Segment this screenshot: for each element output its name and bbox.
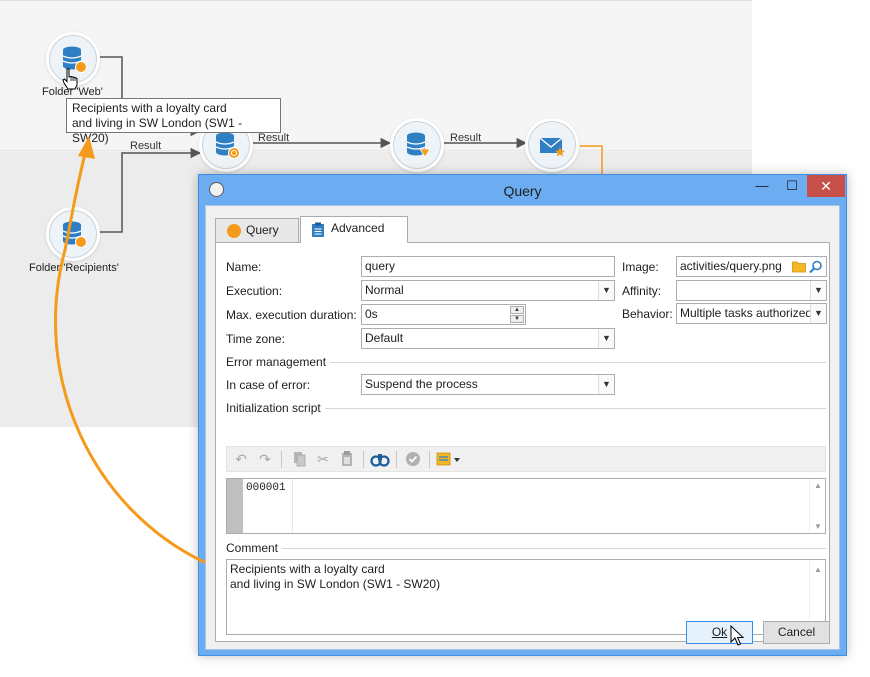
execution-select[interactable]: Normal ▼ bbox=[361, 280, 615, 301]
image-input[interactable]: activities/query.png bbox=[676, 256, 827, 277]
node-enrichment[interactable] bbox=[393, 121, 441, 169]
timezone-select[interactable]: Default ▼ bbox=[361, 328, 615, 349]
comment-line-1: Recipients with a loyalty card bbox=[230, 562, 385, 576]
scroll-up-icon[interactable]: ▲ bbox=[810, 481, 826, 490]
edge-recipients-to-union bbox=[98, 147, 202, 233]
comment-section: Comment bbox=[226, 541, 826, 555]
name-label: Name: bbox=[226, 260, 262, 274]
chevron-down-icon: ▼ bbox=[598, 281, 614, 300]
cut-icon[interactable]: ✂ bbox=[313, 450, 333, 468]
gutter-divider bbox=[292, 479, 293, 533]
node-folder-recipients[interactable] bbox=[49, 210, 97, 258]
minimize-button[interactable]: — bbox=[747, 175, 777, 197]
init-script-section: Initialization script bbox=[226, 401, 826, 415]
tooltip-line-1: Recipients with a loyalty card bbox=[72, 101, 227, 115]
toolbar-separator bbox=[281, 451, 282, 468]
hand-cursor-icon bbox=[62, 68, 78, 90]
advanced-tab-panel: Name: query Execution: Normal ▼ Max. exe… bbox=[215, 242, 830, 642]
timezone-value: Default bbox=[365, 331, 404, 345]
tab-advanced[interactable]: Advanced bbox=[300, 216, 408, 243]
arrow-cursor-icon bbox=[730, 625, 744, 646]
execution-label: Execution: bbox=[226, 284, 283, 298]
magnifier-icon[interactable] bbox=[809, 260, 823, 274]
clipboard-icon bbox=[312, 222, 324, 237]
database-query-icon bbox=[62, 221, 87, 248]
comment-line-2: and living in SW London (SW1 - SW20) bbox=[230, 577, 441, 591]
copy-icon[interactable] bbox=[289, 450, 309, 468]
behavior-select[interactable]: Multiple tasks authorized ▼ bbox=[676, 303, 827, 324]
redo-icon[interactable]: ↷ bbox=[255, 450, 275, 468]
editor-margin bbox=[227, 479, 243, 533]
tab-query-label: Query bbox=[246, 223, 279, 237]
folder-icon[interactable] bbox=[792, 260, 806, 273]
tooltip-line-2: and living in SW London (SW1 - SW20) bbox=[72, 116, 243, 145]
chevron-down-icon: ▼ bbox=[810, 281, 826, 300]
init-script-title: Initialization script bbox=[226, 401, 325, 415]
editor-scrollbar[interactable]: ▲ ▼ bbox=[809, 479, 825, 533]
find-icon[interactable] bbox=[370, 450, 390, 468]
scroll-down-icon[interactable]: ▼ bbox=[810, 522, 826, 531]
comment-title: Comment bbox=[226, 541, 283, 555]
close-button[interactable]: ✕ bbox=[807, 175, 845, 197]
chevron-down-icon: ▼ bbox=[598, 375, 614, 394]
error-management-title: Error management bbox=[226, 355, 331, 369]
tab-advanced-label: Advanced bbox=[331, 221, 385, 235]
script-toolbar: ↶ ↷ ✂ bbox=[226, 446, 826, 472]
validate-icon[interactable] bbox=[403, 450, 423, 468]
max-duration-label: Max. execution duration: bbox=[226, 308, 357, 322]
error-case-select[interactable]: Suspend the process ▼ bbox=[361, 374, 615, 395]
affinity-label: Affinity: bbox=[622, 284, 662, 298]
node-tooltip: Recipients with a loyalty card and livin… bbox=[66, 98, 281, 145]
max-duration-value: 0s bbox=[365, 307, 378, 321]
dialog-titlebar[interactable]: Query — ☐ ✕ bbox=[199, 175, 846, 205]
toolbar-separator bbox=[429, 451, 430, 468]
dialog-client: Query Advanced Name: query Execution: No… bbox=[205, 205, 840, 650]
database-enrichment-icon bbox=[406, 132, 431, 158]
insert-field-icon[interactable] bbox=[435, 450, 463, 468]
orange-circle-icon bbox=[227, 224, 241, 238]
scroll-up-icon[interactable]: ▲ bbox=[810, 562, 826, 577]
tab-query[interactable]: Query bbox=[215, 218, 299, 242]
timezone-label: Time zone: bbox=[226, 332, 285, 346]
image-label: Image: bbox=[622, 260, 659, 274]
execution-value: Normal bbox=[365, 283, 404, 297]
error-management-section: Error management bbox=[226, 355, 826, 369]
behavior-value: Multiple tasks authorized bbox=[680, 306, 813, 320]
chevron-down-icon: ▼ bbox=[810, 304, 826, 323]
error-case-label: In case of error: bbox=[226, 378, 311, 392]
line-number: 000001 bbox=[246, 482, 286, 494]
affinity-select[interactable]: ▼ bbox=[676, 280, 827, 301]
script-editor[interactable]: 000001 ▲ ▼ bbox=[226, 478, 826, 534]
edge-delivery-out bbox=[580, 145, 603, 174]
error-case-value: Suspend the process bbox=[365, 377, 478, 391]
edge-label-result-4: Result bbox=[450, 132, 482, 144]
node-folder-recipients-label: Folder 'Recipients' bbox=[29, 262, 119, 274]
paste-icon[interactable] bbox=[337, 450, 357, 468]
undo-icon[interactable]: ↶ bbox=[231, 450, 251, 468]
toolbar-separator bbox=[396, 451, 397, 468]
name-input[interactable]: query bbox=[361, 256, 615, 277]
max-duration-stepper[interactable]: 0s ▲ ▼ bbox=[361, 304, 526, 325]
toolbar-separator bbox=[363, 451, 364, 468]
cancel-button[interactable]: Cancel bbox=[763, 621, 830, 644]
node-delivery[interactable] bbox=[528, 121, 576, 169]
image-value: activities/query.png bbox=[680, 259, 782, 273]
spin-down-icon[interactable]: ▼ bbox=[510, 315, 524, 323]
maximize-button[interactable]: ☐ bbox=[777, 175, 807, 197]
chevron-down-icon: ▼ bbox=[598, 329, 614, 348]
spin-up-icon[interactable]: ▲ bbox=[510, 306, 524, 314]
behavior-label: Behavior: bbox=[622, 307, 673, 321]
query-dialog: Query — ☐ ✕ Query Advanced Name: query E… bbox=[198, 174, 847, 656]
email-delivery-icon bbox=[539, 137, 565, 157]
